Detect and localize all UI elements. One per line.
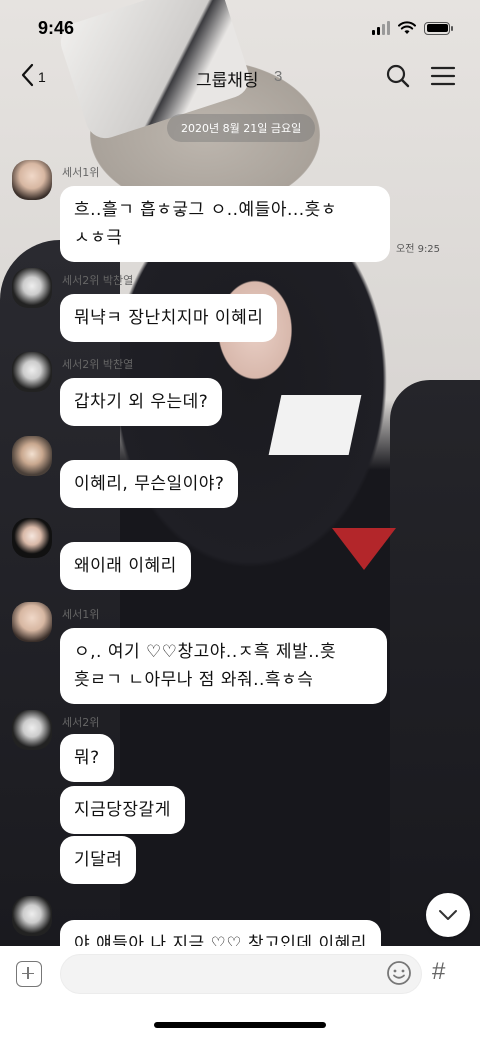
battery-icon bbox=[424, 21, 453, 35]
message-line: 뭐? bbox=[74, 748, 100, 768]
avatar[interactable] bbox=[12, 602, 52, 642]
hash-icon[interactable]: # bbox=[432, 958, 445, 986]
sender-name: 세서2위 bbox=[62, 716, 100, 729]
avatar[interactable] bbox=[12, 896, 52, 936]
message-bubble[interactable]: ㅇ,. 여기 ♡♡창고야..ㅈ흑 제발..흣 흣ㄹㄱ ㄴ아무나 점 와줘..흑ㅎ… bbox=[60, 628, 387, 704]
scroll-to-bottom-button[interactable] bbox=[426, 893, 470, 937]
message-line: 흐..흘ㄱ 흡ㅎ긓그 ㅇ..예들아...흣ㅎ bbox=[74, 200, 337, 220]
message-bubble[interactable]: 갑차기 외 우는데? bbox=[60, 378, 223, 426]
message-line: ㅇ,. 여기 ♡♡창고야..ㅈ흑 제발..흣 bbox=[74, 642, 337, 662]
message-bubble[interactable]: 왜이래 이혜리 bbox=[60, 542, 191, 590]
chevron-down-icon bbox=[439, 910, 457, 920]
avatar[interactable] bbox=[12, 268, 52, 308]
message-bubble[interactable]: 이혜리, 무슨일이야? bbox=[60, 460, 239, 508]
message-input[interactable] bbox=[60, 954, 422, 994]
sender-name: 세서1위 bbox=[62, 166, 100, 179]
sender-name: 세서2위 박찬열 bbox=[62, 274, 134, 287]
wallpaper-shape bbox=[0, 240, 120, 940]
message-bubble[interactable]: 뭐냑ㅋ 장난치지마 이혜리 bbox=[60, 294, 278, 342]
message-line: 흣ㄹㄱ ㄴ아무나 점 와줘..흑ㅎ슥 bbox=[74, 670, 314, 690]
message-bubble[interactable]: 기달려 bbox=[60, 836, 137, 884]
avatar[interactable] bbox=[12, 436, 52, 476]
wifi-icon bbox=[398, 21, 416, 34]
message-bubble[interactable]: 뭐? bbox=[60, 734, 114, 782]
sender-name: 세서1위 bbox=[62, 608, 100, 621]
member-count: 3 bbox=[274, 68, 283, 85]
status-time: 9:46 bbox=[38, 17, 75, 38]
message-line: 기달려 bbox=[74, 850, 123, 870]
home-indicator bbox=[154, 1022, 326, 1028]
date-divider: 2020년 8월 21일 금요일 bbox=[167, 114, 316, 142]
chat-header: 1 그룹채팅 3 bbox=[0, 56, 480, 100]
chevron-left-icon bbox=[21, 63, 34, 87]
wallpaper-shape bbox=[390, 380, 480, 980]
wallpaper-logo bbox=[332, 528, 396, 570]
message-bubble[interactable]: 지금당장갈게 bbox=[60, 786, 185, 834]
avatar[interactable] bbox=[12, 710, 52, 750]
emoji-icon[interactable] bbox=[386, 960, 412, 986]
message-time: 오전 9:25 bbox=[396, 244, 441, 255]
status-bar: 9:46 bbox=[0, 0, 480, 56]
signal-icon bbox=[372, 21, 390, 35]
sender-name: 세서2위 박찬열 bbox=[62, 358, 134, 371]
hamburger-menu-icon[interactable] bbox=[430, 64, 456, 88]
avatar[interactable] bbox=[12, 160, 52, 200]
wallpaper-shape bbox=[268, 395, 362, 455]
avatar[interactable] bbox=[12, 352, 52, 392]
back-button[interactable]: 1 bbox=[18, 62, 46, 88]
avatar[interactable] bbox=[12, 518, 52, 558]
message-line: 왜이래 이혜리 bbox=[74, 556, 177, 576]
search-icon[interactable] bbox=[384, 62, 412, 90]
message-bubble[interactable]: 흐..흘ㄱ 흡ㅎ긓그 ㅇ..예들아...흣ㅎ ㅅㅎ극 bbox=[60, 186, 390, 262]
unread-count: 1 bbox=[38, 69, 46, 85]
message-line: 뭐냑ㅋ 장난치지마 이혜리 bbox=[74, 308, 264, 328]
message-line: ㅅㅎ극 bbox=[74, 228, 123, 248]
chat-title: 그룹채팅 bbox=[196, 71, 259, 91]
message-line: 지금당장갈게 bbox=[74, 800, 171, 820]
plus-box-icon[interactable] bbox=[16, 961, 42, 987]
message-line: 이혜리, 무슨일이야? bbox=[74, 474, 225, 494]
status-icons bbox=[372, 21, 453, 35]
message-line: 갑차기 외 우는데? bbox=[74, 392, 209, 412]
